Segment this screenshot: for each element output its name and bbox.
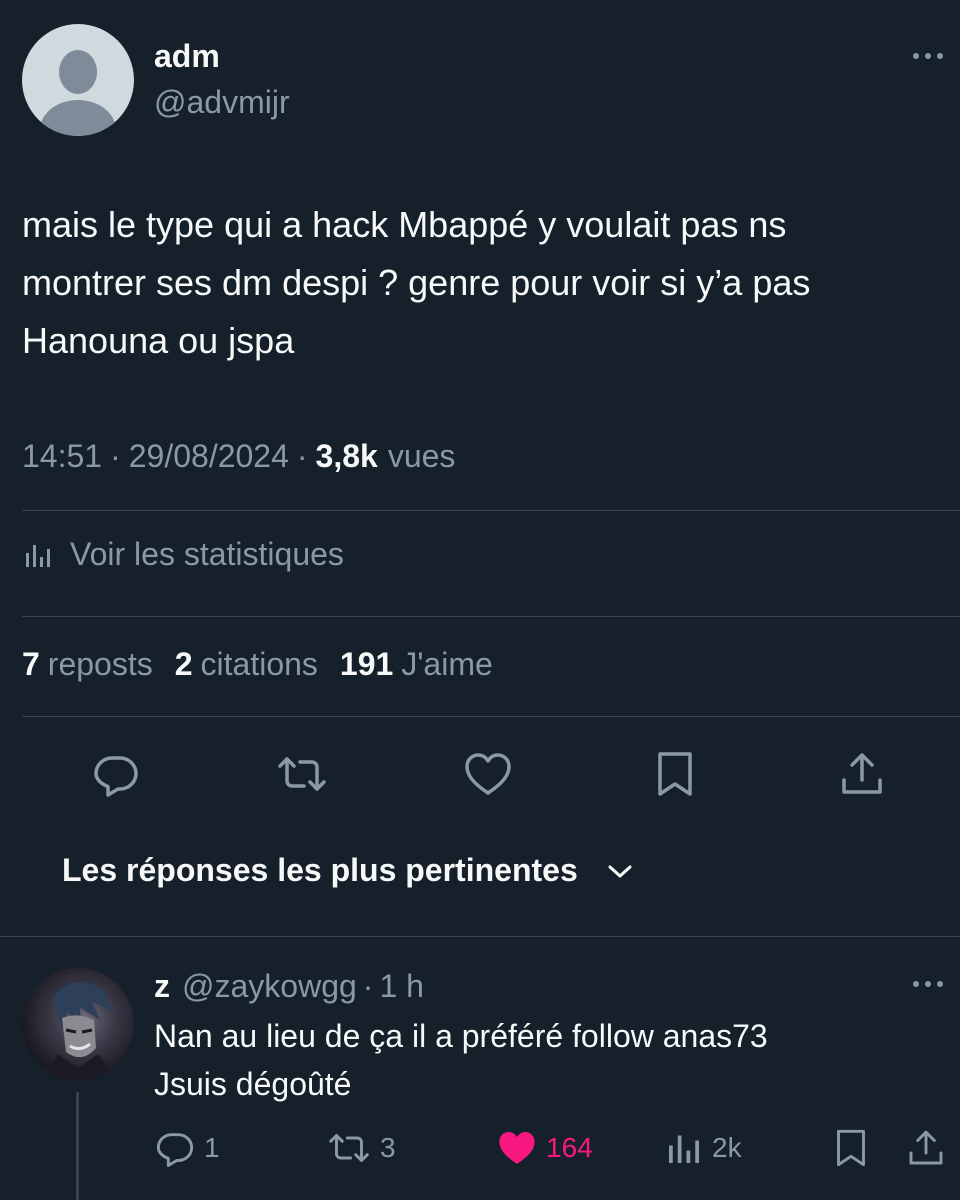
share-icon [909,1130,943,1165]
reply-like-button[interactable]: 164 [496,1126,593,1170]
chevron-down-icon [608,865,632,877]
likes-count: 191 [339,646,394,682]
reposts-label: reposts [47,646,153,682]
reply-author-handle[interactable]: @zaykowgg [182,968,357,1005]
author-handle[interactable]: @advmijr [154,84,290,121]
post-meta: 14:51 · 29/08/2024 · 3,8k vues [22,438,455,475]
reply-icon [94,756,138,797]
divider [0,936,960,937]
thread-connector [76,1092,79,1200]
avatar-illustration [42,981,118,1080]
repost-icon [278,757,326,791]
reply-bookmark-button[interactable] [834,1126,876,1170]
like-button[interactable] [458,744,518,804]
meta-separator: · [296,438,308,474]
post-time[interactable]: 14:51 [22,438,102,475]
reply-reply-count: 1 [204,1132,220,1163]
view-statistics-label: Voir les statistiques [70,536,344,572]
share-icon [842,753,882,794]
repost-button[interactable] [272,744,332,804]
heart-filled-icon [499,1132,535,1164]
quotes-count-link[interactable]: 2 citations [175,646,318,683]
reply-author-avatar[interactable] [22,968,134,1080]
replies-sort-dropdown[interactable]: Les réponses les plus pertinentes [62,852,634,889]
likes-label: J'aime [401,646,493,682]
repost-icon [329,1134,369,1162]
replies-sort-label: Les réponses les plus pertinentes [62,852,578,888]
likes-count-link[interactable]: 191 J'aime [340,646,493,683]
reply-age[interactable]: 1 h [379,968,423,1005]
reply-text: Nan au lieu de ça il a préféré follow an… [154,1018,768,1102]
reply-author-name[interactable]: z [154,968,170,1005]
reposts-count: 7 [22,646,40,682]
default-avatar-head [59,50,97,94]
divider [22,716,960,717]
like-icon [465,753,511,795]
quotes-label: citations [200,646,318,682]
reply-views-count: 2k [712,1132,742,1163]
analytics-icon [669,1135,699,1163]
reply-reply-button[interactable]: 1 [154,1126,220,1170]
reply-repost-button[interactable]: 3 [326,1126,396,1170]
meta-separator: · [110,438,121,474]
reply-more-options-icon[interactable] [910,966,946,1002]
author-avatar[interactable] [22,24,134,136]
author-name[interactable]: adm [154,38,220,75]
post-action-bar [0,744,960,804]
reply-separator: · [362,968,374,1004]
reply-icon [156,1133,194,1167]
analytics-icon [26,544,50,567]
reposts-count-link[interactable]: 7 reposts [22,646,153,683]
reply-repost-count: 3 [380,1132,396,1163]
post-text: mais le type qui a hack Mbappé y voulait… [22,204,811,361]
default-avatar-body [40,100,116,136]
reply-like-count: 164 [546,1132,593,1163]
bookmark-button[interactable] [645,744,705,804]
reply-header: z @zaykowgg · 1 h [154,968,424,1005]
bookmark-icon [837,1129,865,1167]
share-button[interactable] [832,744,892,804]
reply-views-button[interactable]: 2k [664,1126,742,1170]
engagement-counts: 7 reposts 2 citations 191 J'aime [22,646,515,683]
views-label: vues [387,438,456,474]
view-statistics-link[interactable]: Voir les statistiques [22,536,344,573]
post-date[interactable]: 29/08/2024 [129,438,289,475]
more-options-icon[interactable] [910,38,946,74]
quotes-count: 2 [174,646,193,682]
bookmark-icon [658,752,692,796]
divider [22,510,960,511]
reply-share-button[interactable] [906,1126,954,1170]
reply-button[interactable] [86,744,146,804]
views-count: 3,8k [315,438,378,474]
divider [22,616,960,617]
